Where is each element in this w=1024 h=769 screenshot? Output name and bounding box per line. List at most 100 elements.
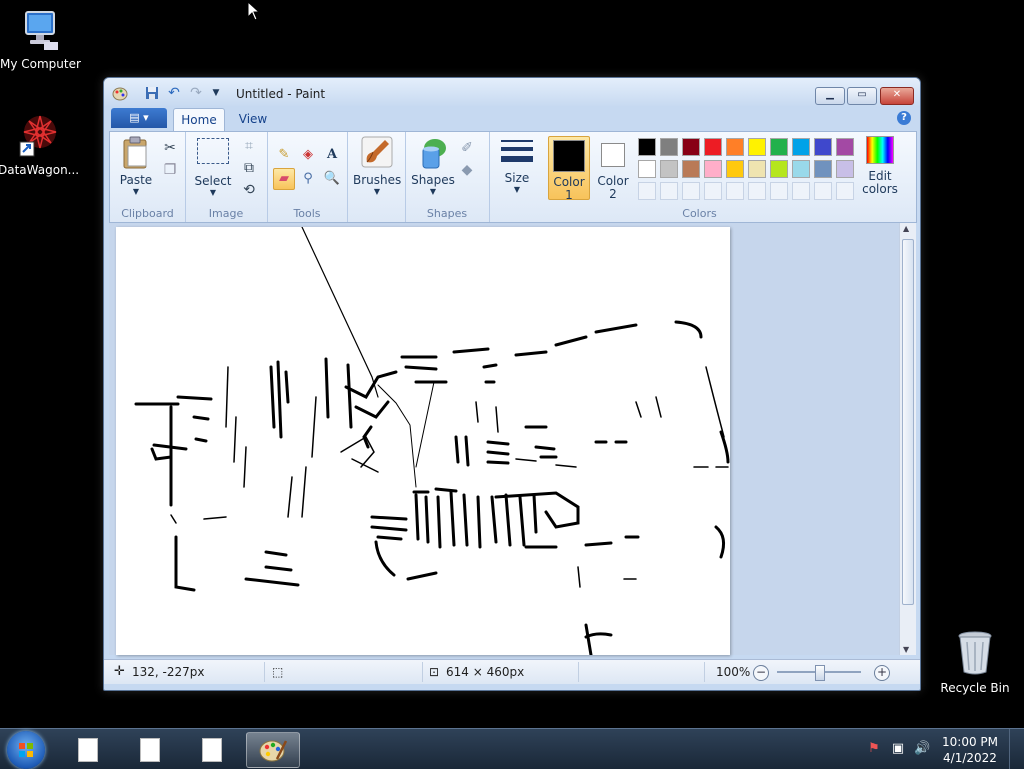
computer-icon — [25, 11, 58, 50]
window-title: Untitled - Paint — [236, 87, 326, 101]
clock[interactable]: 10:00 PM 4/1/2022 — [942, 734, 998, 766]
select-button[interactable]: Select ▼ — [191, 138, 235, 197]
desktop-icon-datawagon[interactable]: DataWagon... — [0, 112, 80, 177]
text-icon[interactable]: A — [321, 144, 343, 166]
palette-swatch[interactable] — [660, 160, 678, 178]
paste-button[interactable]: Paste ▼ — [116, 136, 156, 196]
color1-button[interactable]: Color 1 — [548, 136, 590, 202]
paint-app-icon[interactable] — [112, 86, 128, 102]
palette-swatch[interactable] — [814, 138, 832, 156]
custom-color-slot[interactable] — [748, 182, 766, 200]
start-button[interactable] — [7, 731, 45, 769]
cut-icon[interactable]: ✂ — [160, 138, 180, 158]
undo-icon[interactable]: ↶ — [166, 86, 182, 100]
zoom-in-button[interactable]: + — [874, 665, 890, 681]
palette-swatch[interactable] — [748, 138, 766, 156]
palette-swatch[interactable] — [638, 138, 656, 156]
rotate-icon[interactable]: ⟲ — [239, 180, 259, 200]
custom-color-slot[interactable] — [704, 182, 722, 200]
group-label-shapes: Shapes — [426, 207, 468, 220]
custom-color-slot[interactable] — [814, 182, 832, 200]
desktop-icon-my-computer[interactable]: My Computer — [0, 10, 81, 71]
palette-swatch[interactable] — [726, 138, 744, 156]
color-picker-icon[interactable]: ⚲ — [297, 168, 319, 190]
custom-color-slot[interactable] — [792, 182, 810, 200]
tab-home[interactable]: Home — [173, 108, 225, 131]
datawagon-icon — [19, 115, 57, 157]
taskbar: ⚑ ▣ 🔊 10:00 PM 4/1/2022 — [0, 728, 1024, 769]
palette-swatch[interactable] — [814, 160, 832, 178]
volume-icon[interactable]: 🔊 — [914, 741, 930, 757]
taskbar-item-document-1[interactable] — [62, 732, 114, 766]
network-icon[interactable]: ▣ — [890, 741, 906, 757]
shape-fill-icon[interactable]: ◆ — [457, 160, 477, 180]
maximize-button[interactable]: ▭ — [847, 87, 877, 105]
size-button[interactable]: Size ▼ — [497, 138, 537, 194]
redo-icon[interactable]: ↷ — [188, 86, 204, 100]
palette-swatch[interactable] — [770, 138, 788, 156]
palette-swatch[interactable] — [704, 160, 722, 178]
pencil-icon[interactable]: ✎ — [273, 144, 295, 166]
scroll-up-icon[interactable]: ▲ — [903, 224, 909, 233]
custom-color-slot[interactable] — [682, 182, 700, 200]
customize-qat-chevron-down-icon[interactable]: ▼ — [208, 86, 224, 100]
custom-color-slot[interactable] — [726, 182, 744, 200]
palette-swatch[interactable] — [660, 138, 678, 156]
group-shapes: Shapes ▼ ✐ ◆ Shapes — [405, 132, 490, 222]
custom-color-slot[interactable] — [770, 182, 788, 200]
palette-swatch[interactable] — [704, 138, 722, 156]
color2-button[interactable]: Color 2 — [593, 136, 633, 201]
help-icon[interactable]: ? — [897, 111, 911, 125]
fill-icon[interactable]: ◈ — [297, 144, 319, 166]
palette-swatch[interactable] — [748, 160, 766, 178]
vertical-scrollbar[interactable]: ▲ ▼ — [899, 223, 916, 655]
crop-icon[interactable]: ⌗ — [239, 136, 259, 156]
palette-swatch[interactable] — [682, 138, 700, 156]
palette-swatch[interactable] — [682, 160, 700, 178]
resize-icon[interactable]: ⧉ — [239, 158, 259, 178]
status-bar: ✛ 132, -227px ⬚ ⊡ 614 × 460px 100% − + — [104, 659, 920, 684]
cursor-position-icon: ✛ — [114, 664, 125, 679]
shapes-button[interactable]: Shapes ▼ — [411, 136, 455, 196]
custom-color-slot[interactable] — [638, 182, 656, 200]
custom-color-slot[interactable] — [660, 182, 678, 200]
save-icon[interactable] — [144, 86, 160, 100]
brushes-button[interactable]: Brushes ▼ — [353, 136, 401, 196]
taskbar-item-paint[interactable] — [246, 732, 300, 768]
show-desktop-button[interactable] — [1009, 729, 1024, 769]
group-clipboard: Paste ▼ ✂ ❐ Clipboard — [110, 132, 186, 222]
eraser-icon[interactable]: ▰ — [273, 168, 295, 190]
edit-colors-button[interactable]: Edit colors — [855, 136, 905, 196]
palette-swatch[interactable] — [726, 160, 744, 178]
palette-swatch[interactable] — [638, 160, 656, 178]
tab-view[interactable]: View — [231, 108, 275, 130]
taskbar-item-document-2[interactable] — [124, 732, 176, 766]
custom-color-slot[interactable] — [836, 182, 854, 200]
magnifier-icon[interactable]: 🔍 — [321, 168, 343, 190]
outline-icon[interactable]: ✐ — [457, 138, 477, 158]
palette-swatch[interactable] — [792, 160, 810, 178]
desktop-icon-recycle-bin[interactable]: Recycle Bin — [935, 630, 1015, 695]
canvas-size: 614 × 460px — [446, 665, 525, 679]
zoom-slider-thumb[interactable] — [815, 665, 825, 681]
zoom-out-button[interactable]: − — [753, 665, 769, 681]
title-bar[interactable]: ↶ ↷ ▼ Untitled - Paint ▁ ▭ ✕ — [104, 78, 920, 106]
close-button[interactable]: ✕ — [880, 87, 914, 105]
palette-swatch[interactable] — [770, 160, 788, 178]
palette-swatch[interactable] — [836, 138, 854, 156]
paint-menu-button[interactable]: ▤ ▾ — [111, 108, 167, 128]
status-separator — [578, 662, 579, 682]
scroll-down-icon[interactable]: ▼ — [903, 645, 909, 654]
drawing-canvas[interactable] — [116, 226, 730, 657]
scroll-thumb[interactable] — [902, 239, 914, 605]
palette-swatch[interactable] — [836, 160, 854, 178]
size-chevron-down-icon: ▼ — [513, 185, 521, 194]
taskbar-item-document-3[interactable] — [186, 732, 238, 766]
action-center-flag-icon[interactable]: ⚑ — [866, 741, 882, 757]
desktop-icon-label: DataWagon... — [0, 163, 80, 177]
color1-swatch — [553, 140, 585, 172]
minimize-button[interactable]: ▁ — [815, 87, 845, 105]
palette-swatch[interactable] — [792, 138, 810, 156]
copy-icon[interactable]: ❐ — [160, 160, 180, 180]
group-size: Size ▼ — [489, 132, 543, 222]
